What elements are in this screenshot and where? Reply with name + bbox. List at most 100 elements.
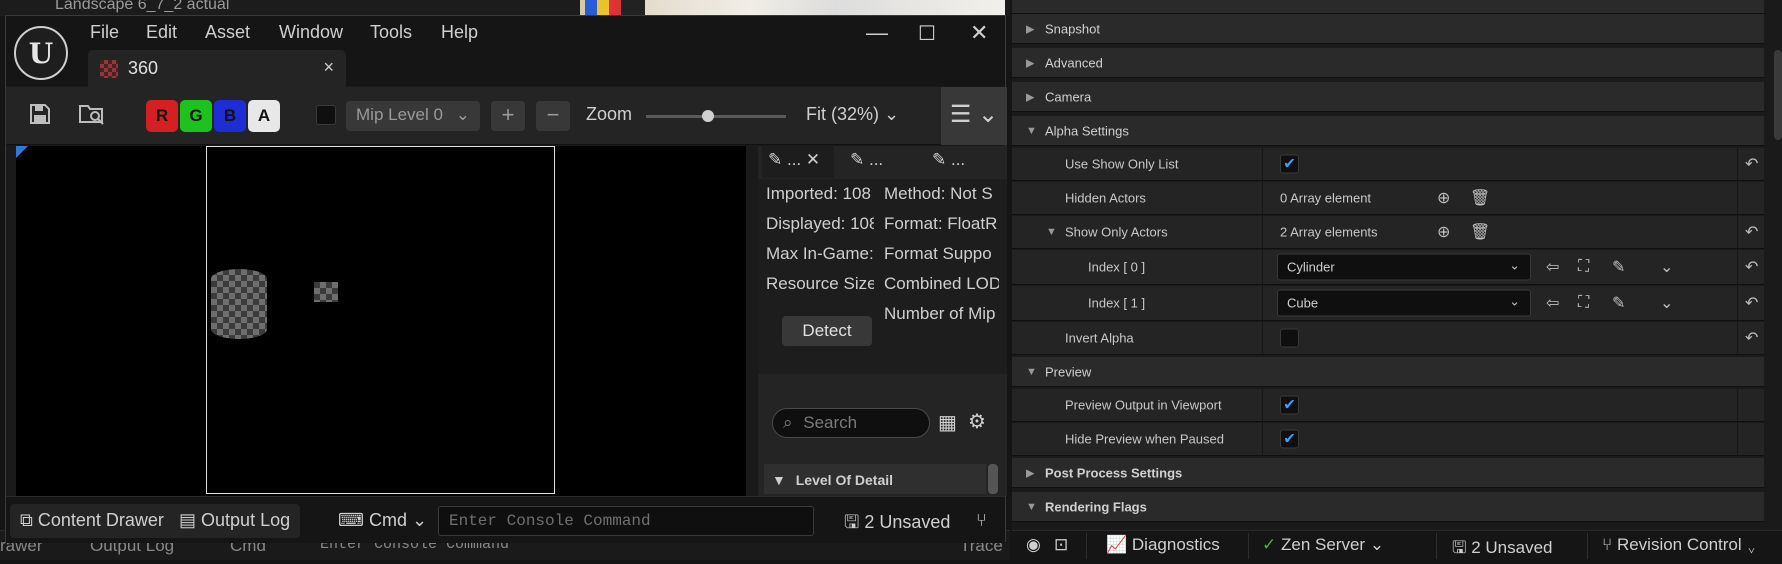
screenshot-icon[interactable]: ⊡ [1054,535,1068,555]
use-selected-icon[interactable]: ⇦ [1546,293,1559,313]
texture-viewport[interactable] [16,146,746,496]
actor-picker-dropdown[interactable]: Cylinder ⌄ [1277,253,1531,281]
level-of-detail-header[interactable]: ▼ Level Of Detail [764,464,986,494]
collapse-arrow-icon[interactable]: ▼ [1046,226,1057,238]
menu-window[interactable]: Window [279,22,343,43]
category-face-control[interactable] [1012,0,1764,14]
panel-tab-3[interactable]: ✎ ... [926,146,971,178]
category-post-process-settings[interactable]: ▶ Post Process Settings [1012,458,1764,488]
invert-alpha-checkbox[interactable] [1280,328,1299,348]
cmd-dropdown[interactable]: ⌨ Cmd ⌄ [328,504,437,538]
category-camera[interactable]: ▶ Camera [1012,82,1764,112]
reset-to-default-icon[interactable]: ↶ [1745,154,1758,174]
use-show-only-list-checkbox[interactable]: ✔ [1280,154,1299,174]
detect-button[interactable]: Detect [782,316,872,346]
chevron-down-icon: ⌄ [1746,535,1757,554]
add-element-icon[interactable]: ⊕ [1437,188,1450,208]
reset-to-default-icon[interactable]: ↶ [1745,257,1758,277]
view-options-menu-icon[interactable]: ☰ ⌄ [941,87,1007,145]
background-viewport-detail [585,0,645,16]
settings-gear-icon[interactable]: ⚙ [968,409,986,434]
channel-a-button[interactable]: A [248,100,280,132]
chevron-down-icon: ⌄ [1369,535,1385,554]
search-input[interactable]: ⌕ Search [772,408,930,438]
menu-edit[interactable]: Edit [146,22,177,43]
save-icon[interactable] [28,102,52,132]
mip-level-dropdown[interactable]: Mip Level 0 ⌄ [346,101,480,131]
prop-name: Hide Preview when Paused [1065,431,1224,447]
category-label: Camera [1045,89,1092,104]
source-control-icon[interactable]: ⑂ [972,504,991,538]
prop-value: 2 Array elements [1280,224,1378,240]
collapse-arrow-icon: ▼ [1026,500,1037,513]
content-drawer-button[interactable]: ⧉ Content Drawer [10,504,174,538]
record-icon[interactable]: ◉ [1026,535,1041,555]
console-command-input[interactable]: Enter Console Command [438,506,814,536]
mip-toggle-checkbox[interactable] [316,105,336,125]
hide-preview-checkbox[interactable]: ✔ [1280,429,1299,449]
eyedropper-icon[interactable]: ✎ [1612,293,1625,313]
details-scrollbar[interactable] [1774,50,1782,140]
maximize-button[interactable]: ☐ [918,21,936,46]
details-panel: ▶ Snapshot ▶ Advanced ▶ Camera ▼ Alpha S… [1012,0,1782,530]
panel-tab-details[interactable]: ✎ ... ✕ [762,146,834,178]
preview-output-checkbox[interactable]: ✔ [1280,395,1299,415]
unreal-logo-icon[interactable]: U [14,26,68,80]
mip-increase-button[interactable]: + [491,101,525,131]
output-log-button[interactable]: ▤ Output Log [169,504,301,538]
viewport-divider[interactable] [748,146,758,496]
chevron-down-icon[interactable]: ⌄ [1660,293,1673,313]
menu-asset[interactable]: Asset [205,22,250,43]
delete-icon[interactable]: 🗑 [1470,222,1490,242]
content-drawer-label: Content Drawer [37,510,164,530]
delete-icon[interactable]: 🗑 [1470,188,1490,208]
table-view-icon[interactable]: ▦ [938,410,957,435]
browse-to-actor-icon[interactable]: ⛶ [1578,294,1589,312]
close-window-button[interactable]: ✕ [970,20,988,46]
menu-tools[interactable]: Tools [370,22,412,43]
menu-file[interactable]: File [90,22,119,43]
zoom-fit-dropdown[interactable]: Fit (32%) ⌄ [806,104,899,125]
menu-help[interactable]: Help [441,22,478,43]
info-left-column: Imported: 108 Displayed: 108 Max In-Game… [766,179,874,299]
info-max-in-game: Max In-Game: [766,244,874,263]
category-rendering-flags[interactable]: ▼ Rendering Flags [1012,492,1764,522]
zen-server-button[interactable]: ✓ Zen Server ⌄ [1262,535,1384,555]
diagnostics-button[interactable]: 📈 Diagnostics [1106,535,1220,555]
zoom-slider-thumb[interactable] [701,110,714,122]
browse-asset-icon[interactable] [78,102,106,132]
category-advanced[interactable]: ▶ Advanced [1012,48,1764,78]
browse-to-actor-icon[interactable]: ⛶ [1578,258,1589,276]
actor-picker-dropdown[interactable]: Cube ⌄ [1277,289,1531,317]
panel-scrollbar[interactable] [988,464,998,494]
expand-arrow-icon: ▶ [1026,57,1035,69]
cylinder-silhouette [211,269,267,339]
info-combined-lod: Combined LOD [884,274,999,293]
reset-to-default-icon[interactable]: ↶ [1745,293,1758,313]
unsaved-button[interactable]: 🖫 2 Unsaved [834,504,960,538]
zoom-slider[interactable] [646,110,786,122]
texture-toolbar: R G B A Mip Level 0 ⌄ + − Zoom Fit (32%)… [6,87,1007,145]
category-alpha-settings[interactable]: ▼ Alpha Settings [1012,116,1764,146]
category-snapshot[interactable]: ▶ Snapshot [1012,14,1764,44]
level-of-detail-label: Level Of Detail [795,472,894,488]
expand-arrow-icon: ▶ [1026,23,1035,35]
channel-b-button[interactable]: B [214,100,246,132]
reset-to-default-icon[interactable]: ↶ [1745,328,1758,348]
mip-decrease-button[interactable]: − [536,101,570,131]
channel-r-button[interactable]: R [146,100,178,132]
texture-info-panel: ✎ ... ✕ ✎ ... ✎ ... Imported: 108 Displa… [758,146,1007,496]
minimize-button[interactable]: — [866,20,888,46]
prop-invert-alpha: Invert Alpha ↶ [1012,322,1764,355]
reset-to-default-icon[interactable]: ↶ [1745,222,1758,242]
document-tab[interactable]: 360 × [88,50,346,87]
category-preview[interactable]: ▼ Preview [1012,357,1764,387]
use-selected-icon[interactable]: ⇦ [1546,257,1559,277]
panel-tab-2[interactable]: ✎ ... [844,146,889,178]
add-element-icon[interactable]: ⊕ [1437,222,1450,242]
tab-close-icon[interactable]: × [323,57,334,78]
channel-g-button[interactable]: G [180,100,212,132]
chevron-down-icon[interactable]: ⌄ [1660,257,1673,277]
revision-control-button[interactable]: ⑂ Revision Control ⌄ [1602,535,1757,555]
eyedropper-icon[interactable]: ✎ [1612,257,1625,277]
